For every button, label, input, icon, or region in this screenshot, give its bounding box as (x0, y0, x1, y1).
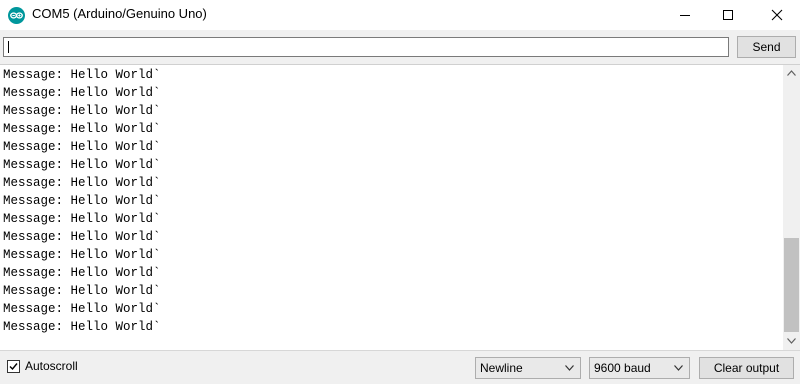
chevron-down-icon (565, 365, 574, 371)
output-line: Message: Hello World` (3, 266, 161, 280)
output-line: Message: Hello World` (3, 284, 161, 298)
status-bar: Autoscroll Newline 9600 baud Clear outpu… (0, 350, 800, 384)
maximize-icon (723, 10, 733, 20)
title-bar: COM5 (Arduino/Genuino Uno) (0, 0, 800, 30)
line-ending-select[interactable]: Newline (475, 357, 581, 379)
output-line: Message: Hello World` (3, 302, 161, 316)
window-title: COM5 (Arduino/Genuino Uno) (32, 6, 207, 21)
serial-output: Message: Hello World` Message: Hello Wor… (0, 64, 800, 350)
chevron-down-icon (674, 365, 683, 371)
vertical-scrollbar[interactable] (783, 65, 800, 350)
serial-monitor-window: COM5 (Arduino/Genuino Uno) Send Message:… (0, 0, 800, 384)
output-line: Message: Hello World` (3, 158, 161, 172)
minimize-button[interactable] (662, 0, 708, 30)
maximize-button[interactable] (705, 0, 751, 30)
output-line: Message: Hello World` (3, 68, 161, 82)
output-line: Message: Hello World` (3, 176, 161, 190)
arduino-logo-icon (8, 7, 25, 24)
output-line: Message: Hello World` (3, 140, 161, 154)
send-button[interactable]: Send (737, 36, 796, 58)
scroll-up-button[interactable] (783, 65, 800, 82)
output-line: Message: Hello World` (3, 230, 161, 244)
output-line: Message: Hello World` (3, 122, 161, 136)
checkmark-icon (9, 363, 18, 371)
clear-output-button[interactable]: Clear output (699, 357, 794, 379)
output-line: Message: Hello World` (3, 86, 161, 100)
autoscroll-checkbox[interactable] (7, 360, 20, 373)
scrollbar-thumb[interactable] (784, 238, 799, 332)
output-line: Message: Hello World` (3, 194, 161, 208)
output-line: Message: Hello World` (3, 104, 161, 118)
serial-input-field[interactable] (3, 37, 729, 57)
scroll-down-button[interactable] (783, 333, 800, 350)
text-caret (8, 41, 9, 53)
line-ending-value: Newline (480, 361, 523, 375)
send-bar: Send (0, 30, 800, 64)
output-line: Message: Hello World` (3, 212, 161, 226)
close-button[interactable] (754, 0, 800, 30)
autoscroll-label: Autoscroll (25, 359, 78, 373)
minimize-icon (680, 15, 690, 16)
chevron-up-icon (787, 70, 796, 76)
output-line-list: Message: Hello World` Message: Hello Wor… (3, 66, 161, 336)
output-line: Message: Hello World` (3, 320, 161, 334)
close-icon (771, 9, 783, 21)
output-line: Message: Hello World` (3, 248, 161, 262)
baud-rate-select[interactable]: 9600 baud (589, 357, 690, 379)
baud-rate-value: 9600 baud (594, 361, 651, 375)
chevron-down-icon (787, 338, 796, 344)
